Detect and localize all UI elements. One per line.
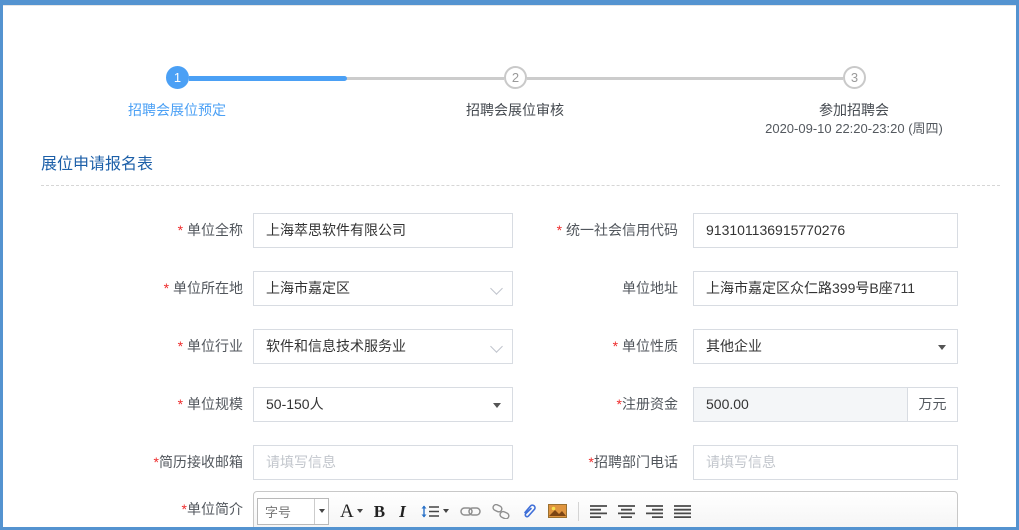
select-arrow-icon [493, 402, 501, 408]
chevron-down-icon [356, 509, 363, 513]
capital-field: 万元 [693, 386, 958, 422]
toolbar-separator [577, 501, 579, 521]
italic-button[interactable]: I [396, 503, 409, 520]
insert-image-button[interactable] [547, 504, 567, 518]
font-size-select-value: 字号 [265, 504, 292, 520]
company-intro-editor[interactable]: 字号 A B I [253, 491, 958, 527]
required-mark: * [177, 222, 187, 238]
chevron-down-icon [442, 509, 449, 513]
form-row: * 单位规模 50-150人 *注册资金 万元 [3, 375, 1016, 433]
align-right-button[interactable] [645, 504, 663, 518]
location-select[interactable]: 上海市嘉定区 [253, 270, 513, 306]
address-label: 单位地址 [622, 280, 678, 296]
capital-label: * 注册资金 [616, 396, 678, 412]
unlink-icon [492, 503, 510, 519]
stepper-progress-bar [189, 76, 347, 81]
scale-select-value: 50-150人 [266, 396, 324, 412]
image-icon [547, 504, 567, 518]
progress-stepper: 1 2 3 招聘会展位预定 招聘会展位审核 参加招聘会 2020-09-10 2… [3, 5, 1016, 145]
industry-label: * 单位行业 [177, 338, 243, 354]
nature-select[interactable]: 其他企业 [693, 328, 958, 364]
line-height-icon [421, 505, 439, 517]
capital-input[interactable] [694, 387, 907, 421]
font-color-button[interactable]: A [340, 502, 363, 521]
bold-button[interactable]: B [374, 503, 385, 520]
select-arrow-icon [938, 344, 946, 350]
align-center-button[interactable] [617, 504, 635, 518]
step-3-label: 参加招聘会 [819, 102, 889, 118]
step-2-label: 招聘会展位审核 [466, 102, 564, 118]
step-2-indicator: 2 [504, 66, 527, 89]
chevron-down-icon [490, 281, 503, 295]
link-icon [459, 506, 481, 516]
required-mark: * [177, 396, 187, 412]
align-justify-icon [673, 504, 691, 518]
stepper-connector-2 [527, 77, 843, 80]
stepper-connector-1 [189, 76, 504, 81]
recruit-phone-input[interactable] [693, 444, 958, 480]
resume-email-input[interactable] [253, 444, 513, 480]
booth-application-form: * 单位全称 * 统一社会信用代码 * 单位所在地 上海市嘉定区 单位地址 * … [3, 201, 1016, 527]
step-1-label: 招聘会展位预定 [128, 102, 226, 118]
align-left-button[interactable] [589, 504, 607, 518]
required-mark: * [556, 222, 566, 238]
font-size-select[interactable]: 字号 [257, 497, 329, 525]
align-center-icon [617, 504, 635, 518]
chevron-down-icon [490, 339, 503, 353]
required-mark: * [163, 280, 173, 296]
chevron-down-icon [318, 509, 325, 513]
scale-select[interactable]: 50-150人 [253, 386, 513, 422]
company-name-label: * 单位全称 [177, 222, 243, 238]
step-1-number: 1 [173, 70, 182, 85]
booth-application-page: 1 2 3 招聘会展位预定 招聘会展位审核 参加招聘会 2020-09-10 2… [0, 0, 1019, 530]
required-mark: * [177, 338, 187, 354]
form-section-title: 展位申请报名表 [41, 156, 154, 173]
form-row: * 单位全称 * 统一社会信用代码 [3, 201, 1016, 259]
align-right-icon [645, 504, 663, 518]
attachment-button[interactable] [521, 503, 537, 519]
credit-code-label: * 统一社会信用代码 [556, 222, 678, 238]
form-row: *简历接收邮箱 *招聘部门电话 [3, 433, 1016, 491]
align-justify-button[interactable] [673, 504, 691, 518]
capital-unit-suffix: 万元 [907, 387, 957, 421]
company-name-input[interactable] [253, 212, 513, 248]
insert-link-button[interactable] [459, 505, 481, 518]
form-row: * 单位行业 软件和信息技术服务业 * 单位性质 其他企业 [3, 317, 1016, 375]
intro-label: * 单位简介 [181, 500, 243, 517]
location-label: * 单位所在地 [163, 280, 243, 296]
form-row: * 单位简介 字号 A B I [3, 491, 1016, 527]
form-row: * 单位所在地 上海市嘉定区 单位地址 [3, 259, 1016, 317]
step-3-indicator: 3 [843, 66, 866, 89]
nature-select-value: 其他企业 [706, 338, 762, 354]
recruit-phone-label: * 招聘部门电话 [588, 454, 678, 470]
industry-select-value: 软件和信息技术服务业 [266, 338, 406, 354]
step-2-number: 2 [511, 70, 520, 85]
resume-email-label: * 简历接收邮箱 [153, 454, 243, 470]
editor-toolbar: 字号 A B I [254, 492, 957, 526]
required-mark: * [612, 338, 622, 354]
credit-code-input[interactable] [693, 212, 958, 248]
align-left-icon [589, 504, 607, 518]
industry-select[interactable]: 软件和信息技术服务业 [253, 328, 513, 364]
nature-label: * 单位性质 [612, 338, 678, 354]
address-input[interactable] [693, 270, 958, 306]
line-height-button[interactable] [420, 504, 449, 519]
scale-label: * 单位规模 [177, 396, 243, 412]
remove-link-button[interactable] [492, 503, 510, 519]
step-1-indicator: 1 [166, 66, 189, 89]
paperclip-icon [523, 504, 536, 518]
step-3-number: 3 [850, 70, 859, 85]
location-select-value: 上海市嘉定区 [266, 280, 350, 296]
step-3-datetime: 2020-09-10 22:20-23:20 (周四) [765, 121, 943, 136]
section-divider [41, 185, 1000, 186]
